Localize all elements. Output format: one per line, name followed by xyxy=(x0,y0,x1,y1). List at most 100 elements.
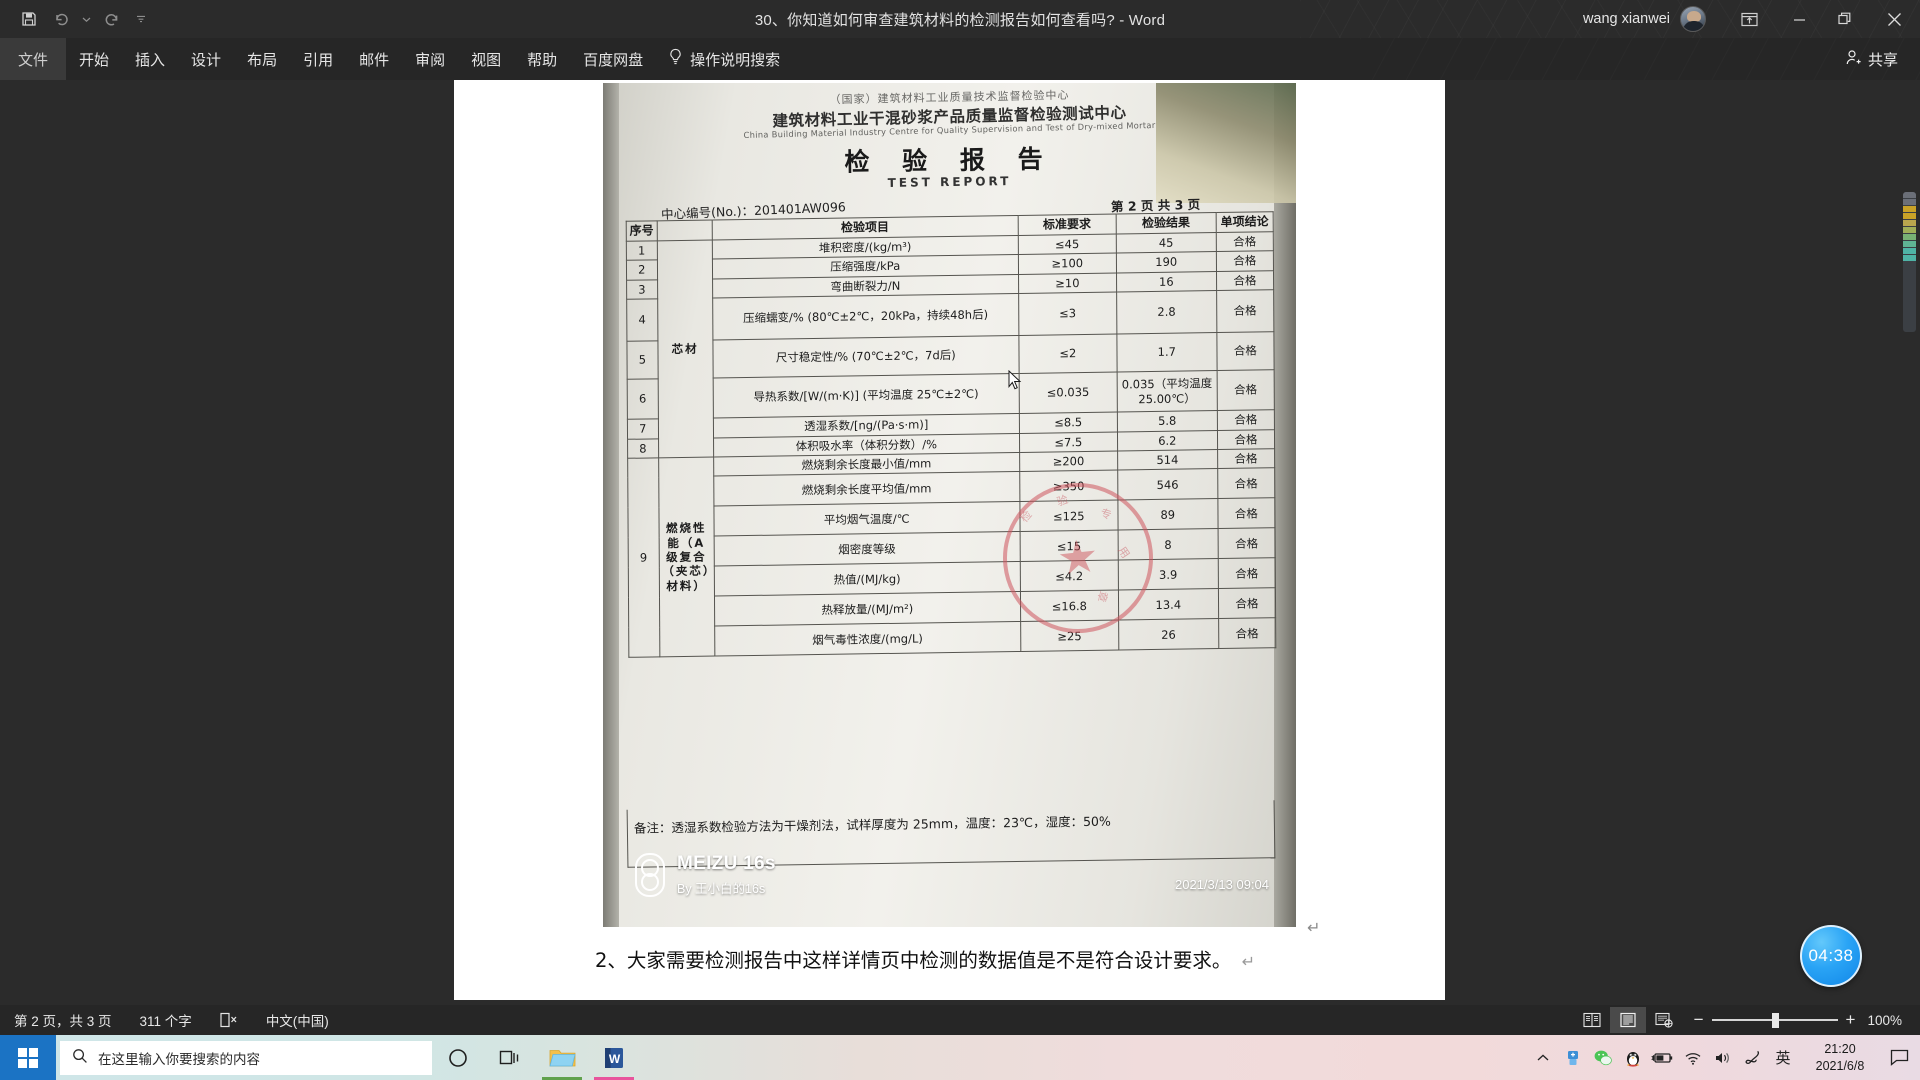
cell-item: 导热系数/[W/(m·K)] (平均温度 25℃±2℃) xyxy=(712,373,1020,419)
cell-no: 4 xyxy=(626,298,658,342)
taskbar-clock[interactable]: 21:20 2021/6/8 xyxy=(1798,1041,1882,1075)
customize-qat-icon[interactable] xyxy=(128,5,154,33)
title-bar: 30、你知道如何审查建筑材料的检测报告如何查看吗? - Word wang xi… xyxy=(0,0,1920,38)
status-word-count[interactable]: 311 个字 xyxy=(126,1010,206,1030)
cell-conclusion: 合格 xyxy=(1216,251,1274,272)
save-icon[interactable] xyxy=(14,5,44,33)
wechat-icon[interactable] xyxy=(1588,1035,1618,1080)
tab-view[interactable]: 视图 xyxy=(458,38,514,80)
zoom-control[interactable]: − + xyxy=(1682,1010,1868,1030)
svg-text:W: W xyxy=(609,1052,621,1066)
cell-no: 3 xyxy=(626,279,658,300)
cell-standard: ≤3 xyxy=(1018,292,1117,336)
document-caption-paragraph[interactable]: 2、大家需要检测报告中这样详情页中检测的数据值是不是符合设计要求。 ↵ xyxy=(595,944,1255,973)
cell-result: 514 xyxy=(1117,449,1218,471)
cell-no: 8 xyxy=(627,438,659,459)
show-hidden-icons-button[interactable] xyxy=(1528,1035,1558,1080)
read-mode-view-button[interactable] xyxy=(1574,1007,1610,1033)
cell-standard: ≥10 xyxy=(1018,272,1117,294)
zoom-in-button[interactable]: + xyxy=(1846,1010,1856,1030)
volume-speaker-icon[interactable] xyxy=(1708,1035,1738,1080)
cell-standard: ≤2 xyxy=(1018,334,1117,374)
photo-watermark: MEIZU 16s By 王小白的16s 2021/3/13 09:04 xyxy=(617,849,1289,905)
cell-result: 2.8 xyxy=(1116,290,1217,335)
header-standard: 标准要求 xyxy=(1018,214,1117,236)
action-center-button[interactable] xyxy=(1882,1035,1916,1080)
avatar[interactable] xyxy=(1680,6,1706,32)
qq-penguin-icon[interactable] xyxy=(1618,1035,1648,1080)
tab-home[interactable]: 开始 xyxy=(66,38,122,80)
cell-conclusion: 合格 xyxy=(1218,587,1276,619)
cell-conclusion: 合格 xyxy=(1216,270,1274,291)
account-name[interactable]: wang xianwei xyxy=(1583,11,1670,27)
title-bar-right: wang xianwei xyxy=(1583,0,1920,38)
word-taskbar-button[interactable]: W xyxy=(588,1035,640,1080)
tab-mailings[interactable]: 邮件 xyxy=(346,38,402,80)
cell-item: 平均烟气温度/℃ xyxy=(713,501,1020,537)
cell-standard: ≤16.8 xyxy=(1020,590,1119,622)
header-conclusion: 单项结论 xyxy=(1215,211,1274,233)
document-canvas[interactable]: （国家）建筑材料工业质量技术监督检验中心 建筑材料工业干混砂浆产品质量监督检验测… xyxy=(0,80,1920,1015)
restore-button[interactable] xyxy=(1822,0,1868,38)
inserted-photo-test-report[interactable]: （国家）建筑材料工业质量技术监督检验中心 建筑材料工业干混砂浆产品质量监督检验测… xyxy=(603,83,1296,927)
zoom-out-button[interactable]: − xyxy=(1694,1010,1704,1030)
wifi-icon[interactable] xyxy=(1678,1035,1708,1080)
tab-file[interactable]: 文件 xyxy=(0,38,67,80)
tab-references[interactable]: 引用 xyxy=(290,38,346,80)
file-explorer-button[interactable] xyxy=(536,1035,588,1080)
cell-conclusion: 合格 xyxy=(1217,448,1275,469)
cell-standard: ≥100 xyxy=(1018,253,1117,275)
tab-insert[interactable]: 插入 xyxy=(122,38,178,80)
ime-pen-icon[interactable] xyxy=(1738,1035,1768,1080)
tab-layout[interactable]: 布局 xyxy=(234,38,290,80)
zoom-slider[interactable] xyxy=(1711,1012,1838,1028)
share-label: 共享 xyxy=(1867,51,1898,69)
zoom-level-label[interactable]: 100% xyxy=(1867,1013,1920,1028)
report-note: 备注：透湿系数检验方法为干燥剂法，试样厚度为 25mm，温度：23℃，湿度：50… xyxy=(633,813,1111,836)
document-page: （国家）建筑材料工业质量技术监督检验中心 建筑材料工业干混砂浆产品质量监督检验测… xyxy=(454,80,1445,1000)
floating-timer-bubble[interactable]: 04:38 xyxy=(1800,925,1862,987)
taskbar-search-box[interactable]: 在这里输入你要搜索的内容 xyxy=(60,1040,432,1075)
undo-icon[interactable] xyxy=(46,5,76,33)
status-page-info[interactable]: 第 2 页，共 3 页 xyxy=(0,1010,126,1030)
cell-result: 5.8 xyxy=(1117,410,1218,432)
ime-mode-label[interactable]: 英 xyxy=(1768,1035,1798,1080)
vertical-scrollbar[interactable] xyxy=(1903,192,1916,332)
status-language[interactable]: 中文(中国) xyxy=(252,1010,343,1030)
redo-icon[interactable] xyxy=(96,5,126,33)
cell-item: 烟密度等级 xyxy=(713,531,1021,567)
tab-help[interactable]: 帮助 xyxy=(514,38,570,80)
tab-design[interactable]: 设计 xyxy=(178,38,234,80)
cell-no: 7 xyxy=(627,418,659,439)
task-view-button[interactable] xyxy=(484,1035,536,1080)
usb-icon[interactable] xyxy=(1558,1035,1588,1080)
print-layout-view-button[interactable] xyxy=(1609,1007,1646,1033)
ribbon-display-options-icon[interactable] xyxy=(1722,0,1776,38)
battery-icon[interactable] xyxy=(1648,1035,1678,1080)
tab-baidu-netdisk[interactable]: 百度网盘 xyxy=(570,38,656,80)
watermark-datetime: 2021/3/13 09:04 xyxy=(1175,877,1269,892)
proofing-errors-icon[interactable] xyxy=(206,1012,252,1028)
tab-review[interactable]: 审阅 xyxy=(402,38,458,80)
minimize-button[interactable] xyxy=(1776,0,1822,38)
header-group xyxy=(656,220,713,241)
zoom-slider-thumb[interactable] xyxy=(1771,1013,1779,1028)
cell-no: 6 xyxy=(627,378,659,420)
cell-conclusion: 合格 xyxy=(1218,617,1276,649)
tell-me-search[interactable]: 操作说明搜索 xyxy=(656,48,780,70)
cell-result: 546 xyxy=(1117,468,1218,501)
cell-standard: ≥25 xyxy=(1020,620,1119,652)
cortana-button[interactable] xyxy=(432,1035,484,1080)
chevron-down-icon[interactable] xyxy=(78,5,94,33)
cell-conclusion: 合格 xyxy=(1217,429,1275,450)
web-layout-view-button[interactable] xyxy=(1646,1007,1682,1033)
cell-group-core: 芯材 xyxy=(656,240,714,458)
start-button[interactable] xyxy=(0,1035,56,1080)
share-person-icon xyxy=(1845,49,1862,70)
cell-result: 13.4 xyxy=(1118,588,1219,621)
share-button[interactable]: 共享 xyxy=(1845,38,1898,80)
cell-result: 1.7 xyxy=(1116,332,1217,373)
close-button[interactable] xyxy=(1868,0,1920,38)
cell-standard: ≥350 xyxy=(1019,470,1118,502)
cell-result: 45 xyxy=(1116,232,1217,254)
